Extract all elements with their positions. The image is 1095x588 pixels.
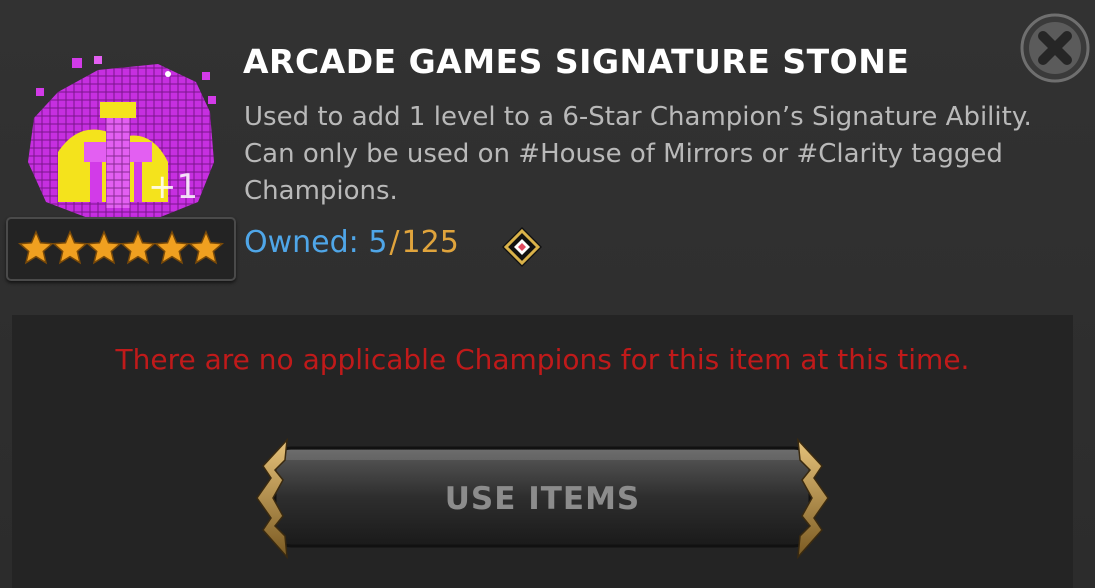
owned-max: 125 (401, 225, 459, 260)
star-icon (85, 230, 123, 265)
owned-current: 5 (368, 225, 388, 260)
star-icon (17, 230, 55, 265)
star-icon (187, 230, 225, 265)
close-button[interactable] (1019, 12, 1091, 84)
use-items-button[interactable]: USE ITEMS (255, 436, 830, 561)
star-icon (51, 230, 89, 265)
star-rating (6, 217, 236, 281)
item-description: Used to add 1 level to a 6-Star Champion… (244, 102, 1032, 206)
use-items-label: USE ITEMS (444, 480, 641, 517)
star-icon (119, 230, 157, 265)
rank-diamond-icon (500, 225, 544, 269)
plus-one-badge: +1 (148, 167, 198, 207)
owned-separator: / (389, 225, 400, 260)
item-info-dialog: +1 ARCADE GAMES SIGNATURE STONE Used to … (0, 0, 1095, 588)
owned-count: Owned: 5/125 (244, 225, 459, 260)
signature-stone-icon: +1 (18, 52, 228, 222)
star-icon (153, 230, 191, 265)
owned-label: Owned: (244, 225, 369, 260)
close-icon (1020, 13, 1090, 83)
no-champions-notice: There are no applicable Champions for th… (115, 343, 970, 376)
item-title: ARCADE GAMES SIGNATURE STONE (243, 42, 910, 81)
